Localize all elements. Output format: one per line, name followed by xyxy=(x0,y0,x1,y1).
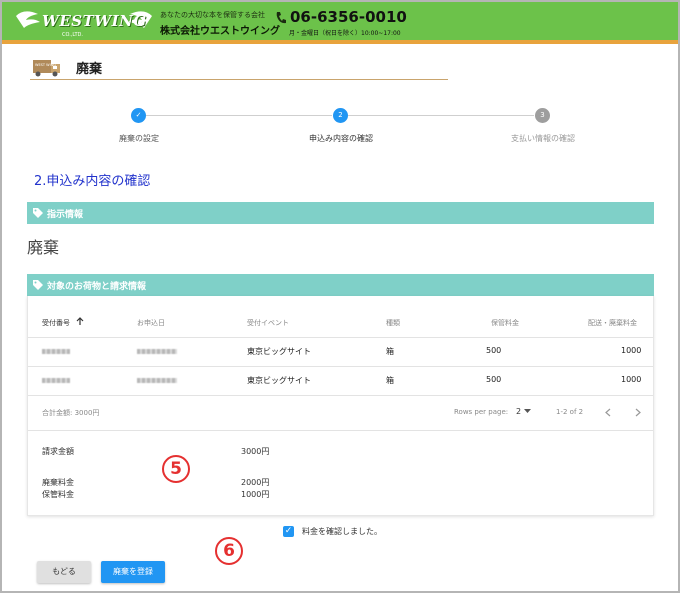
column-header-delivery-fee[interactable]: 配送・廃棄料金 xyxy=(588,318,637,328)
redacted-receipt-number xyxy=(42,378,70,383)
step-2-indicator: 2 xyxy=(333,108,348,123)
billing-amount-label: 請求金額 xyxy=(42,447,74,456)
disposal-fee-label: 廃棄料金 xyxy=(42,478,74,487)
company-name: 株式会社ウエストウイング xyxy=(160,26,280,37)
back-button[interactable]: もどる xyxy=(37,561,91,583)
items-bar: 対象のお荷物と請求情報 xyxy=(27,274,654,296)
column-header-type[interactable]: 種類 xyxy=(386,318,400,328)
billing-amount-value: 3000円 xyxy=(241,447,270,456)
tag-icon xyxy=(33,280,43,290)
site-header: WESTWING CO.,LTD. あなたの大切な本を保管する会社 株式会社ウエ… xyxy=(2,2,678,40)
table-cell-disposal-fee: 1000 xyxy=(621,375,642,384)
rows-per-page-label: Rows per page: xyxy=(454,408,509,416)
header-accent-stripe xyxy=(2,40,678,44)
step-3-label: 支払い情報の確認 xyxy=(511,134,575,143)
truck-label: WEST WING xyxy=(35,63,56,67)
tagline: あなたの大切な本を保管する会社 xyxy=(160,11,265,19)
stepper-connector-2 xyxy=(348,115,534,116)
annotation-number-5: 5 xyxy=(162,455,190,483)
tag-icon xyxy=(33,208,43,218)
row-divider xyxy=(28,430,653,431)
arrow-up-icon[interactable] xyxy=(76,317,84,326)
redacted-receipt-number xyxy=(42,349,70,354)
redacted-application-date xyxy=(137,349,177,354)
row-divider xyxy=(28,366,653,367)
confirm-checkbox-label[interactable]: 料金を確認しました。 xyxy=(302,526,382,537)
total-amount: 合計金額: 3000円 xyxy=(42,409,100,417)
step-1-check-icon: ✓ xyxy=(131,108,146,123)
table-cell-type: 箱 xyxy=(386,376,394,385)
confirm-checkbox[interactable]: ✓ xyxy=(283,526,294,537)
westwing-logo[interactable]: WESTWING CO.,LTD. xyxy=(14,6,154,38)
table-cell-storage-fee: 500 xyxy=(486,375,502,384)
logo-text: WESTWING xyxy=(42,12,147,30)
step-3-indicator: 3 xyxy=(535,108,550,123)
table-cell-event: 東京ビッグサイト xyxy=(247,347,311,356)
page-title-area: WEST WING 廃棄 xyxy=(30,56,448,80)
step-1-label: 廃棄の設定 xyxy=(119,134,159,143)
business-hours: 月・金曜日（祝日を除く）10:00~17:00 xyxy=(289,30,401,37)
register-disposal-button[interactable]: 廃棄を登録 xyxy=(101,561,165,583)
stepper-connector-1 xyxy=(146,115,332,116)
column-header-application-date[interactable]: お申込日 xyxy=(137,318,165,328)
pagination-range: 1-2 of 2 xyxy=(556,408,584,416)
rows-per-page-select[interactable]: 2 xyxy=(516,407,521,416)
row-divider xyxy=(28,337,653,338)
table-cell-storage-fee: 500 xyxy=(486,346,502,355)
table-cell-type: 箱 xyxy=(386,347,394,356)
instruction-bar: 指示情報 xyxy=(27,202,654,224)
phone-icon xyxy=(276,12,286,24)
items-table-card: 受付番号 お申込日 受付イベント 種類 保管料金 配送・廃棄料金 東京ビッグサイ… xyxy=(27,296,654,516)
storage-fee-label: 保管料金 xyxy=(42,490,74,499)
instruction-bar-label: 指示情報 xyxy=(47,210,84,220)
logo-subtext: CO.,LTD. xyxy=(62,32,83,38)
row-divider xyxy=(28,395,653,396)
instruction-value: 廃棄 xyxy=(27,238,60,257)
column-header-event[interactable]: 受付イベント xyxy=(247,318,289,328)
disposal-fee-value: 2000円 xyxy=(241,478,270,487)
storage-fee-value: 1000円 xyxy=(241,490,270,499)
truck-icon: WEST WING xyxy=(33,60,60,77)
phone-number[interactable]: 06-6356-0010 xyxy=(290,8,407,26)
redacted-application-date xyxy=(137,378,177,383)
table-cell-event: 東京ビッグサイト xyxy=(247,376,311,385)
annotation-number-6: 6 xyxy=(215,537,243,565)
chevron-right-icon[interactable] xyxy=(635,408,641,417)
chevron-left-icon[interactable] xyxy=(605,408,611,417)
column-header-receipt-number[interactable]: 受付番号 xyxy=(42,318,70,328)
items-bar-label: 対象のお荷物と請求情報 xyxy=(47,282,147,292)
page-title: 廃棄 xyxy=(76,62,103,77)
section-heading: 2.申込み内容の確認 xyxy=(34,174,151,189)
step-2-label: 申込み内容の確認 xyxy=(309,134,373,143)
caret-down-icon[interactable] xyxy=(524,409,531,414)
column-header-storage-fee[interactable]: 保管料金 xyxy=(491,318,519,328)
table-cell-disposal-fee: 1000 xyxy=(621,346,642,355)
